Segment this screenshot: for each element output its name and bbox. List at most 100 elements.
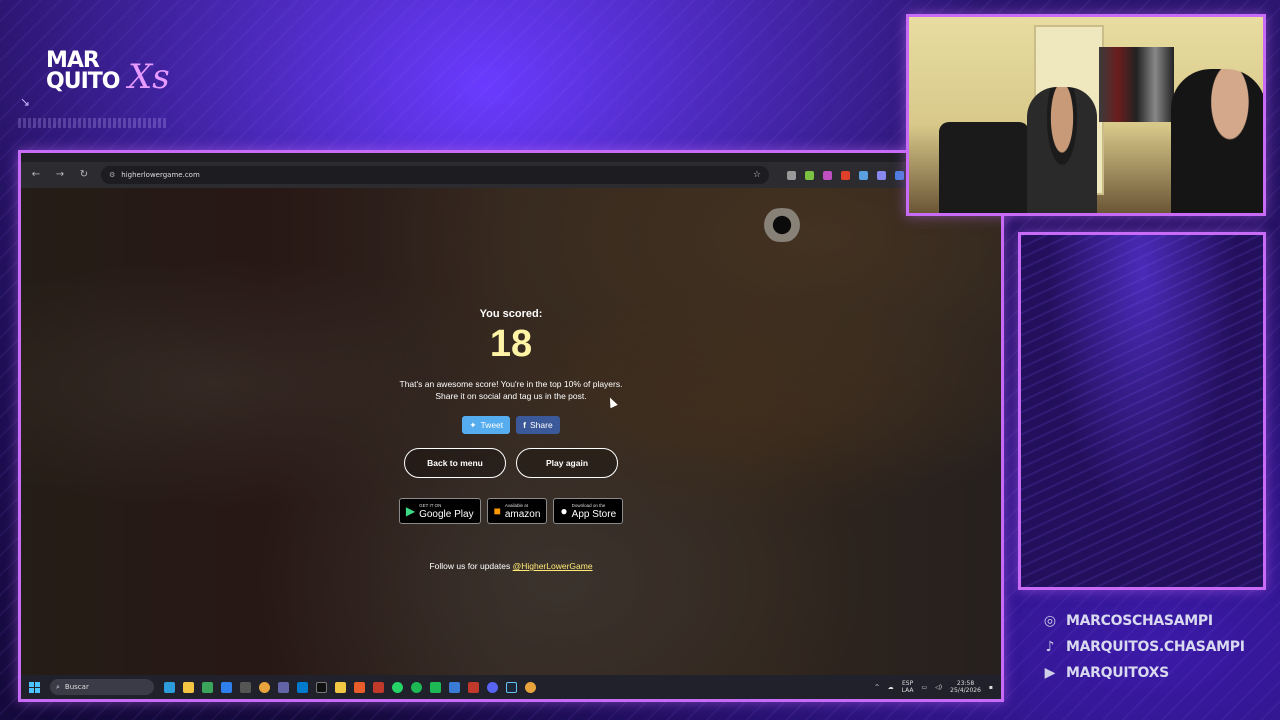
chrome-icon[interactable] [525,681,536,693]
extension-icon[interactable] [787,170,796,180]
windows-taskbar: ⌕ Buscar ^ ☁ ESP LAA ▭ ◁) 23:58 25/4/202… [21,675,1001,699]
social-instagram: ◎ MARCOSCHASAMPI [1040,608,1245,634]
lang-line1: ESP [901,680,914,687]
cam-gaming-chair [939,122,1029,213]
facebook-icon: f [523,420,526,430]
amazon-icon: ■ [493,504,501,518]
spotify-icon[interactable] [411,681,422,693]
google-play-badge[interactable]: ▶ GET IT ON Google Play [398,498,481,524]
result-panel: You scored: 18 That's an awesome score! … [21,308,1001,571]
store-name: App Store [571,509,617,520]
folder-icon[interactable] [183,681,194,693]
social-tiktok: ♪ MARQUITOS.CHASAMPI [1040,634,1245,660]
taskbar-app-icon[interactable] [354,681,365,693]
webcam-feed [906,14,1266,216]
extension-icon[interactable] [823,170,832,180]
taskbar-apps [164,681,536,693]
twitter-handle-link[interactable]: @HigherLowerGame [513,561,593,571]
extension-icon[interactable] [805,170,814,180]
game-page: You scored: 18 That's an awesome score! … [21,188,1001,678]
social-youtube: ▶ MARQUITOXS [1040,660,1245,686]
social-share-row: ✦ Tweet f Share [21,416,1001,434]
terminal-icon[interactable] [316,681,327,693]
chrome-icon[interactable] [259,681,270,693]
app-store-badge[interactable]: ● Download on the App Store [553,498,624,524]
store-name: amazon [504,509,541,520]
volume-icon[interactable]: ◁) [935,684,942,691]
decorative-fine-print [18,118,168,128]
filezilla-icon[interactable] [373,681,384,693]
tweet-label: Tweet [480,420,504,430]
reload-icon[interactable]: ↻ [77,168,91,182]
instagram-icon: ◎ [1043,613,1057,629]
address-bar[interactable]: ⚙ higherlowergame.com ☆ [101,166,769,184]
taskbar-app-icon[interactable] [449,681,460,693]
whatsapp-icon[interactable] [392,681,403,693]
youtube-icon: ▶ [1044,665,1056,681]
cam-streamer [1027,87,1097,213]
extension-icon[interactable] [877,170,886,180]
tiktok-icon: ♪ [1045,639,1055,655]
taskbar-search-placeholder: Buscar [64,683,89,691]
clock[interactable]: 23:58 25/4/2026 [950,680,981,694]
extension-icon[interactable] [895,170,904,180]
logo-script: Xs [128,57,170,97]
store-small-text: Available at [504,503,529,508]
arrow-icon: ↘ [20,95,31,109]
steam-icon[interactable] [506,681,517,693]
store-small-text: GET IT ON [419,503,442,508]
result-message: That's an awesome score! You're in the t… [21,378,1001,402]
score-value: 18 [489,323,533,365]
vscode-icon[interactable] [297,681,308,693]
follow-text: Follow us for updates [429,561,513,571]
site-info-icon[interactable]: ⚙ [109,171,115,179]
settings-icon[interactable] [240,681,251,693]
taskbar-app-icon[interactable] [164,681,175,693]
search-icon: ⌕ [56,682,60,691]
extension-icon[interactable] [841,170,850,180]
cam-guest [1171,69,1263,213]
amazon-badge[interactable]: ■ Available at amazon [486,498,548,524]
browser-toolbar: ← → ↻ ⚙ higherlowergame.com ☆ [21,162,1001,188]
share-label: Share [529,420,553,430]
message-line-1: That's an awesome score! You're in the t… [399,379,623,389]
notification-icon[interactable]: ▪ [989,684,993,691]
forward-arrow-icon[interactable]: → [53,168,67,182]
cam-clothes-rack [1099,47,1174,122]
extension-icon[interactable] [859,170,868,180]
cloud-icon[interactable]: ☁ [888,684,894,691]
notes-icon[interactable] [335,681,346,693]
play-again-button[interactable]: Play again [516,448,618,478]
bookmark-star-icon[interactable]: ☆ [753,170,761,180]
back-arrow-icon[interactable]: ← [29,168,43,182]
social-handle: MARQUITOS.CHASAMPI [1066,639,1245,655]
tweet-button[interactable]: ✦ Tweet [462,416,511,434]
you-scored-label: You scored: [479,308,543,320]
social-handles: ◎ MARCOSCHASAMPI ♪ MARQUITOS.CHASAMPI ▶ … [1040,608,1245,686]
taskbar-app-icon[interactable] [202,681,213,693]
clock-time: 23:58 [956,680,975,687]
discord-icon[interactable] [487,681,498,693]
clock-date: 25/4/2026 [950,687,981,694]
language-indicator[interactable]: ESP LAA [902,680,914,694]
teams-icon[interactable] [278,681,289,693]
play-store-icon: ▶ [405,504,416,518]
taskbar-app-icon[interactable] [430,681,441,693]
system-tray: ^ ☁ ESP LAA ▭ ◁) 23:58 25/4/2026 ▪ [875,680,993,694]
taskbar-app-icon[interactable] [221,681,232,693]
chevron-up-icon[interactable]: ^ [875,684,880,691]
twitter-bird-icon: ✦ [469,419,477,430]
windows-start-icon[interactable] [29,681,40,693]
taskbar-search[interactable]: ⌕ Buscar [50,679,154,695]
facebook-share-button[interactable]: f Share [516,416,560,434]
url-text[interactable]: higherlowergame.com [121,171,747,179]
taskbar-app-icon[interactable] [468,681,479,693]
social-handle: MARQUITOXS [1066,665,1169,681]
store-name: Google Play [419,509,474,520]
streamer-logo: MAR QUITO Xs [46,46,216,106]
store-small-text: Download on the [571,503,606,508]
browser-tab-strip [21,153,1001,162]
network-icon[interactable]: ▭ [922,684,928,691]
back-to-menu-button[interactable]: Back to menu [404,448,506,478]
message-line-2: Share it on social and tag us in the pos… [435,391,587,401]
